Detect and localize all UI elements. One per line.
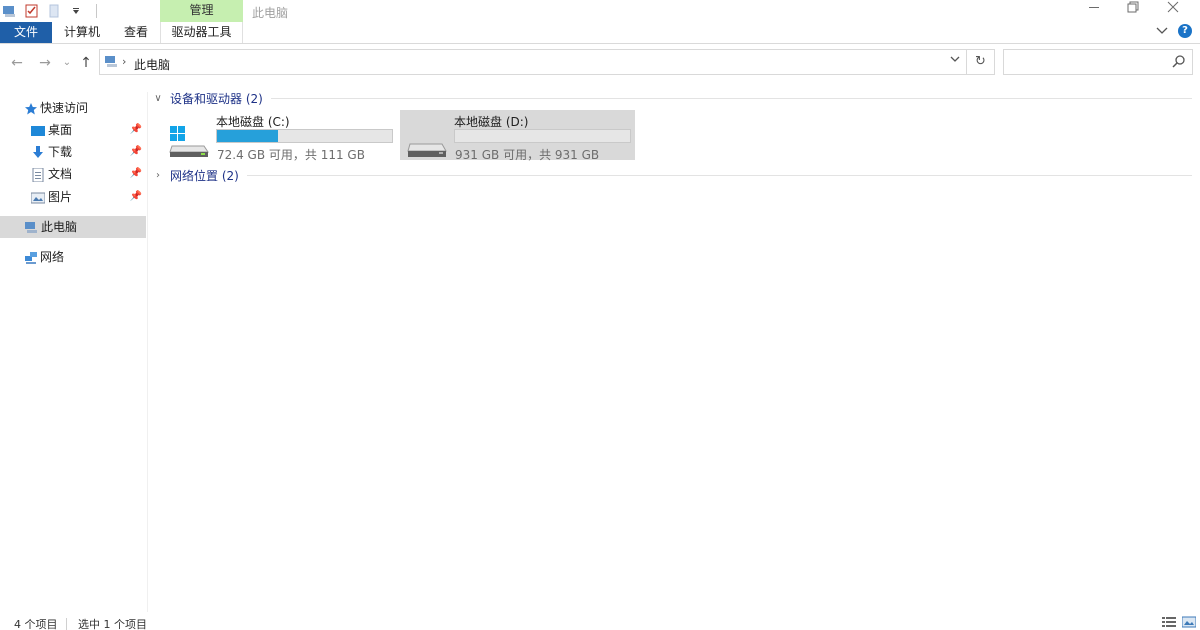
- address-dropdown-icon[interactable]: [950, 55, 960, 66]
- back-button[interactable]: ←: [8, 54, 26, 72]
- search-box[interactable]: [1003, 49, 1193, 75]
- refresh-button[interactable]: ↻: [966, 50, 994, 74]
- this-pc-icon: [24, 220, 38, 234]
- ribbon-tabs: 文件 计算机 查看 驱动器工具 ?: [0, 22, 1200, 44]
- recent-locations-button[interactable]: ⌄: [58, 54, 76, 72]
- drive-name: 本地磁盘 (D:): [454, 115, 529, 129]
- group-collapse-icon[interactable]: ∨: [150, 93, 166, 104]
- navigation-pane: 快速访问 桌面 📌 下载 📌 文档 📌 图片 📌 此电脑 网络: [0, 92, 148, 612]
- drive-usage-bar: [216, 129, 393, 143]
- breadcrumb-chevron-icon[interactable]: ›: [122, 55, 126, 68]
- download-icon: [31, 145, 45, 159]
- group-title: 设备和驱动器 (2): [170, 91, 263, 106]
- pictures-icon: [30, 190, 46, 204]
- help-icon[interactable]: ?: [1178, 24, 1192, 38]
- breadcrumb[interactable]: 此电脑: [134, 56, 170, 73]
- sidebar-item-label: 下载: [48, 145, 73, 159]
- windows-drive-icon: [168, 124, 210, 158]
- pin-icon[interactable]: 📌: [130, 186, 142, 208]
- this-pc-app-icon[interactable]: [2, 3, 18, 19]
- status-separator: [66, 618, 67, 630]
- large-icons-view-icon[interactable]: [1181, 616, 1197, 628]
- sidebar-item-quick-access[interactable]: 快速访问: [0, 97, 146, 119]
- sidebar-item-this-pc[interactable]: 此电脑: [0, 216, 146, 238]
- item-count: 4 个项目: [14, 618, 58, 630]
- file-list-pane: ∨ 设备和驱动器 (2) 本地磁盘 (C:) 72.4 GB 可用，共 111 …: [150, 86, 1194, 606]
- details-view-icon[interactable]: [1162, 616, 1176, 628]
- selection-count: 选中 1 个项目: [78, 618, 147, 630]
- window-title: 此电脑: [252, 6, 289, 20]
- chevron-down-icon[interactable]: [1156, 24, 1168, 38]
- forward-button[interactable]: →: [36, 54, 54, 72]
- address-bar[interactable]: › 此电脑 ↻: [99, 49, 995, 75]
- pin-icon[interactable]: 📌: [130, 163, 142, 185]
- close-button[interactable]: [1150, 0, 1196, 22]
- search-input[interactable]: [1008, 51, 1168, 73]
- navigation-bar: ← → ⌄ ↑ › 此电脑 ↻: [0, 48, 1200, 78]
- this-pc-icon: [104, 56, 118, 68]
- properties-icon[interactable]: [24, 3, 40, 19]
- sidebar-item-label: 文档: [48, 167, 73, 181]
- drive-item-d[interactable]: 本地磁盘 (D:) 931 GB 可用，共 931 GB: [400, 110, 635, 162]
- sidebar-item-desktop[interactable]: 桌面 📌: [0, 119, 146, 141]
- customize-qat-icon[interactable]: [68, 3, 84, 19]
- document-icon: [31, 167, 45, 183]
- drive-free-space: 72.4 GB 可用，共 111 GB: [217, 148, 365, 162]
- tab-view[interactable]: 查看: [112, 22, 160, 43]
- group-divider: [270, 97, 1192, 99]
- desktop-icon: [31, 123, 45, 137]
- title-bar: 管理 此电脑: [0, 0, 1200, 22]
- sidebar-item-downloads[interactable]: 下载 📌: [0, 141, 146, 163]
- group-network-locations[interactable]: › 网络位置 (2): [150, 165, 1192, 185]
- drive-usage-fill: [217, 130, 279, 142]
- sidebar-item-network[interactable]: 网络: [0, 246, 146, 268]
- group-title: 网络位置 (2): [170, 168, 239, 183]
- hard-drive-icon: [406, 124, 448, 158]
- status-bar: 4 个项目 选中 1 个项目: [0, 612, 1200, 630]
- drive-name: 本地磁盘 (C:): [216, 115, 290, 129]
- star-icon: [24, 101, 38, 115]
- tab-drive-tools[interactable]: 驱动器工具: [160, 22, 243, 43]
- sidebar-item-label: 快速访问: [40, 101, 89, 115]
- group-expand-icon[interactable]: ›: [150, 170, 166, 181]
- tab-file[interactable]: 文件: [0, 22, 52, 43]
- drive-usage-bar: [454, 129, 631, 143]
- sidebar-item-label: 网络: [40, 250, 65, 264]
- quick-access-toolbar: [2, 3, 97, 19]
- group-divider: [246, 174, 1192, 176]
- tab-computer[interactable]: 计算机: [56, 22, 108, 43]
- sidebar-item-pictures[interactable]: 图片 📌: [0, 186, 146, 208]
- sidebar-item-documents[interactable]: 文档 📌: [0, 163, 146, 185]
- network-icon: [24, 250, 38, 264]
- sidebar-item-label: 此电脑: [41, 220, 78, 234]
- pin-icon[interactable]: 📌: [130, 141, 142, 163]
- search-icon[interactable]: [1172, 54, 1186, 68]
- pin-icon[interactable]: 📌: [130, 119, 142, 141]
- drive-item-c[interactable]: 本地磁盘 (C:) 72.4 GB 可用，共 111 GB: [162, 110, 397, 162]
- group-devices-and-drives[interactable]: ∨ 设备和驱动器 (2): [150, 88, 1192, 108]
- sidebar-item-label: 桌面: [48, 123, 73, 137]
- tab-manage[interactable]: 管理: [160, 0, 243, 22]
- up-button[interactable]: ↑: [77, 54, 95, 72]
- qat-separator: [96, 4, 97, 18]
- drive-free-space: 931 GB 可用，共 931 GB: [455, 148, 600, 162]
- sidebar-item-label: 图片: [48, 190, 73, 204]
- new-folder-icon[interactable]: [46, 3, 62, 19]
